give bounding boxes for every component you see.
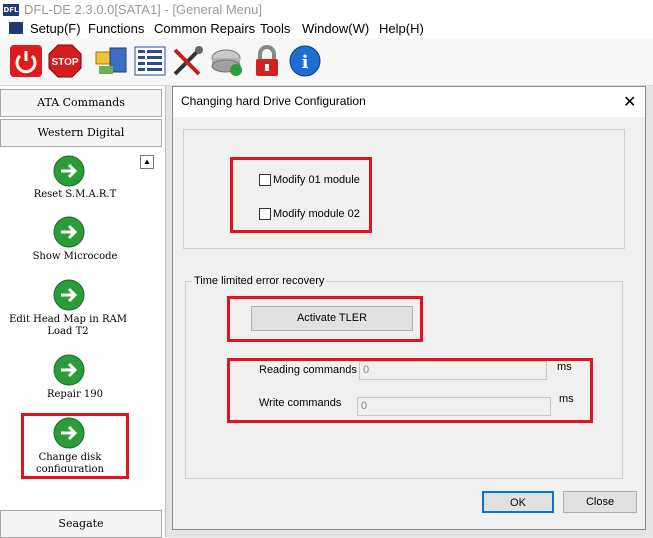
reading-commands-input[interactable]: 0	[359, 361, 547, 380]
menu-help[interactable]: Help(H)	[379, 21, 424, 36]
sidebar-item-edit-head-map[interactable]: Edit Head Map in RAM Load T2	[2, 314, 134, 338]
reading-ms-unit: ms	[557, 361, 572, 373]
write-commands-input[interactable]: 0	[357, 397, 551, 416]
app-titlebar: DFL DFL-DE 2.3.0.0[SATA1] - [General Men…	[0, 0, 653, 20]
app-logo-icon: DFL	[3, 4, 19, 16]
sidebar-header-seagate[interactable]: Seagate	[0, 510, 162, 538]
menu-tools[interactable]: Tools	[260, 21, 290, 36]
sidebar-item-reset-smart[interactable]: Reset S.M.A.R.T	[0, 189, 150, 201]
close-button[interactable]: Close	[563, 491, 637, 513]
document-icon[interactable]	[9, 22, 23, 34]
info-icon[interactable]: i	[288, 44, 322, 78]
config-dialog: Changing hard Drive Configuration ✕ Modi…	[172, 86, 646, 530]
arrow-right-icon[interactable]	[53, 216, 85, 248]
menu-setup[interactable]: Setup(F)	[30, 21, 81, 36]
activate-tler-button[interactable]: Activate TLER	[251, 306, 413, 331]
highlight-box	[230, 157, 372, 233]
write-ms-unit: ms	[559, 393, 574, 405]
menu-functions[interactable]: Functions	[88, 21, 144, 36]
arrow-right-icon[interactable]	[53, 155, 85, 187]
reading-commands-label: Reading commands	[259, 364, 357, 376]
modify-01-checkbox[interactable]	[259, 174, 271, 186]
scroll-up-button[interactable]: ▲	[140, 155, 154, 169]
arrow-right-icon[interactable]	[53, 279, 85, 311]
modify-02-checkbox[interactable]	[259, 208, 271, 220]
arrow-right-icon[interactable]	[53, 354, 85, 386]
disk-icon[interactable]	[210, 44, 244, 78]
menu-window[interactable]: Window(W)	[302, 21, 369, 36]
sidebar-item-repair-190[interactable]: Repair 190	[0, 389, 150, 401]
explorer-icon[interactable]	[94, 44, 128, 78]
stop-icon[interactable]: STOP	[48, 44, 82, 78]
sidebar-item-show-microcode[interactable]: Show Microcode	[0, 251, 150, 263]
close-icon[interactable]: ✕	[623, 92, 636, 112]
tools-icon[interactable]	[171, 44, 205, 78]
info-glyph: i	[302, 52, 309, 73]
highlight-box	[21, 413, 129, 479]
menu-common-repairs[interactable]: Common Repairs	[154, 21, 255, 36]
write-commands-label: Write commands	[259, 397, 342, 409]
app-title: DFL-DE 2.3.0.0[SATA1] - [General Menu]	[24, 2, 262, 17]
sidebar-header-western-digital[interactable]: Western Digital	[0, 119, 162, 147]
table-icon[interactable]	[133, 44, 167, 78]
dialog-titlebar: Changing hard Drive Configuration ✕	[173, 87, 645, 117]
tler-group-label: Time limited error recovery	[192, 275, 327, 287]
modify-02-label: Modify module 02	[273, 208, 360, 220]
modify-01-label: Modify 01 module	[273, 174, 360, 186]
sidebar-header-ata[interactable]: ATA Commands	[0, 89, 162, 117]
dialog-title: Changing hard Drive Configuration	[181, 94, 366, 108]
ok-button[interactable]: OK	[482, 491, 554, 513]
power-icon[interactable]	[9, 44, 43, 78]
lock-icon[interactable]	[250, 44, 284, 78]
stop-label: STOP	[51, 57, 78, 68]
